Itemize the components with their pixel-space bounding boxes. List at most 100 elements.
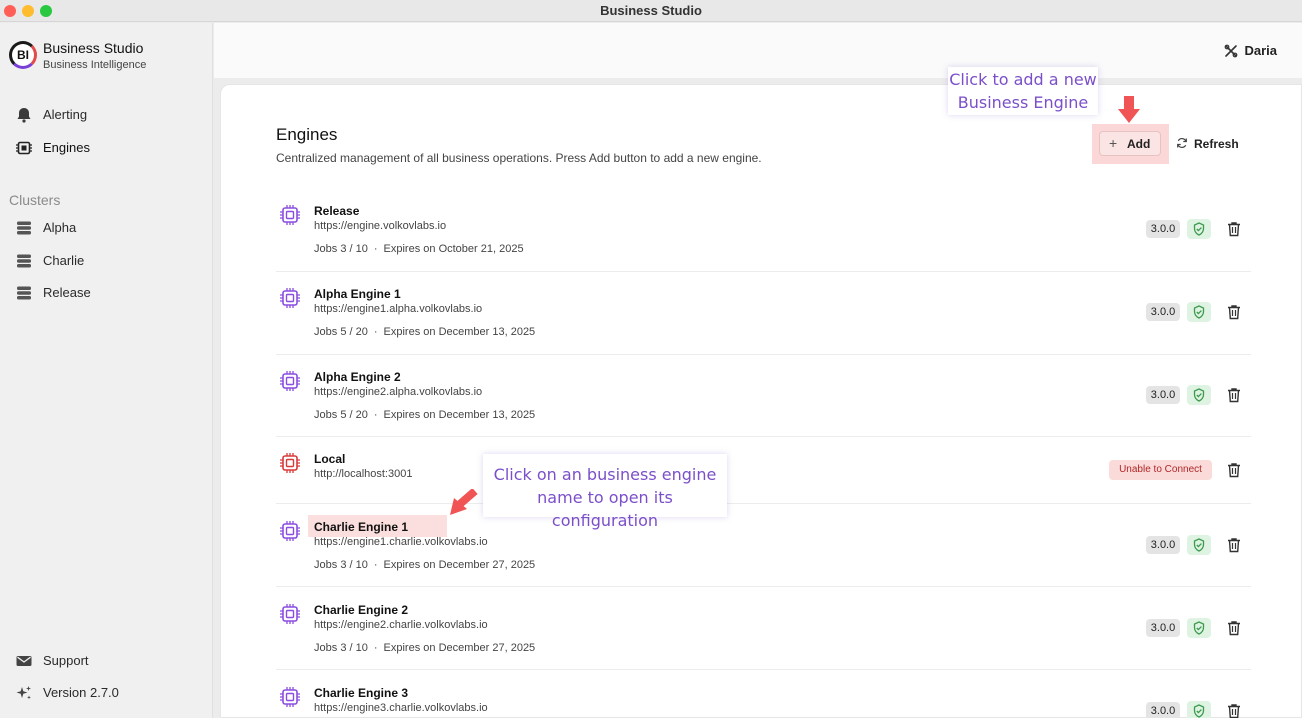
- engine-name-link[interactable]: Charlie Engine 3: [314, 686, 408, 700]
- jobs-count: 3 / 10: [340, 642, 368, 654]
- engine-name-link[interactable]: Local: [314, 452, 345, 466]
- expires-date: December 27, 2025: [438, 559, 536, 571]
- down-left-arrow-icon: [450, 489, 478, 515]
- expires-date: October 21, 2025: [438, 243, 524, 255]
- healthy-status-badge: [1187, 618, 1211, 638]
- healthy-status-badge: [1187, 701, 1211, 718]
- healthy-status-badge: [1187, 219, 1211, 239]
- sidebar-item-label: Engines: [43, 140, 90, 155]
- engine-meta: Jobs 5 / 20 · Expires on December 13, 2025: [314, 326, 536, 338]
- engine-chip-icon: [280, 604, 300, 624]
- jobs-count: 5 / 20: [340, 409, 368, 421]
- healthy-status-badge: [1187, 302, 1211, 322]
- trash-icon[interactable]: [1227, 703, 1241, 718]
- sidebar-item-alerting[interactable]: Alerting: [15, 104, 205, 126]
- jobs-prefix: Jobs: [314, 642, 338, 654]
- engine-chip-icon: [280, 521, 300, 541]
- tools-icon: [1225, 44, 1238, 58]
- callout-line: name to open its configuration: [537, 488, 673, 530]
- jobs-count: 5 / 20: [340, 326, 368, 338]
- sidebar-item-version: Version 2.7.0: [15, 682, 205, 704]
- brand-name: Business Studio: [43, 40, 144, 56]
- sidebar-item-release[interactable]: Release: [15, 282, 205, 304]
- page-title: Engines: [276, 125, 338, 144]
- engine-meta: Jobs 3 / 10 · Expires on October 21, 2025: [314, 243, 524, 255]
- brand-logo-icon: BI: [9, 41, 37, 69]
- version-badge: 3.0.0: [1146, 303, 1180, 321]
- engine-name-link[interactable]: Alpha Engine 1: [314, 287, 401, 301]
- healthy-status-badge: [1187, 535, 1211, 555]
- shield-check-icon: [1193, 538, 1205, 552]
- jobs-prefix: Jobs: [314, 409, 338, 421]
- engine-url: http://localhost:3001: [314, 468, 413, 480]
- user-name: Daria: [1244, 43, 1277, 58]
- engine-chip-error-icon: [280, 453, 300, 473]
- add-engine-button[interactable]: + Add: [1099, 131, 1161, 156]
- sidebar-item-engines[interactable]: Engines: [15, 137, 205, 159]
- version-badge: 3.0.0: [1146, 386, 1180, 404]
- user-menu[interactable]: Daria: [1225, 43, 1277, 58]
- version-badge: 3.0.0: [1146, 619, 1180, 637]
- jobs-prefix: Jobs: [314, 559, 338, 571]
- shield-check-icon: [1193, 305, 1205, 319]
- plus-icon: +: [1109, 135, 1118, 151]
- engine-meta: Jobs 5 / 20 · Expires on December 13, 2025: [314, 409, 536, 421]
- engine-name-link[interactable]: Release: [314, 204, 359, 218]
- version-badge: 3.0.0: [1146, 702, 1180, 718]
- server-icon: [17, 254, 31, 268]
- sidebar-item-charlie[interactable]: Charlie: [15, 250, 205, 272]
- window-title: Business Studio: [600, 3, 702, 18]
- jobs-prefix: Jobs: [314, 243, 338, 255]
- engine-url: https://engine.volkovlabs.io: [314, 220, 447, 232]
- sidebar-item-label: Alerting: [43, 107, 88, 122]
- top-header: Daria: [214, 23, 1302, 78]
- refresh-icon: [1177, 138, 1187, 148]
- jobs-prefix: Jobs: [314, 326, 338, 338]
- engine-row: Local http://localhost:3001 Unable to Co…: [276, 452, 1251, 504]
- jobs-count: 3 / 10: [340, 243, 368, 255]
- main-panel: Engines Centralized management of all bu…: [220, 84, 1302, 718]
- window-titlebar: Business Studio: [0, 0, 1302, 22]
- trash-icon[interactable]: [1227, 221, 1241, 237]
- down-arrow-icon: [1118, 96, 1140, 123]
- refresh-button[interactable]: Refresh: [1176, 135, 1246, 155]
- engine-chip-icon: [280, 371, 300, 391]
- engine-name-link[interactable]: Alpha Engine 2: [314, 370, 401, 384]
- sidebar-item-support[interactable]: Support: [15, 650, 205, 672]
- shield-check-icon: [1193, 704, 1205, 718]
- add-button-label: Add: [1127, 137, 1151, 151]
- engine-row: Charlie Engine 2 https://engine2.charlie…: [276, 603, 1251, 670]
- callout-line: Click to add a new: [949, 70, 1097, 89]
- bell-icon: [17, 108, 31, 123]
- trash-icon[interactable]: [1227, 620, 1241, 636]
- engine-name-link[interactable]: Charlie Engine 1: [314, 520, 408, 534]
- shield-check-icon: [1193, 388, 1205, 402]
- engine-chip-icon: [280, 687, 300, 707]
- engine-name-link[interactable]: Charlie Engine 2: [314, 603, 408, 617]
- engine-name-callout: Click on an business engine name to open…: [483, 454, 727, 530]
- chip-icon: [16, 141, 32, 155]
- expires-prefix: Expires on: [383, 559, 436, 571]
- server-icon: [17, 286, 31, 300]
- engine-url: https://engine3.charlie.volkovlabs.io: [314, 702, 488, 714]
- version-badge: 3.0.0: [1146, 536, 1180, 554]
- mail-icon: [16, 656, 32, 666]
- engine-url: https://engine1.charlie.volkovlabs.io: [314, 536, 488, 548]
- shield-check-icon: [1193, 222, 1205, 236]
- engine-row: Charlie Engine 1 https://engine1.charlie…: [276, 515, 1251, 587]
- trash-icon[interactable]: [1227, 304, 1241, 320]
- expires-date: December 13, 2025: [438, 326, 536, 338]
- callout-line: Click on an business engine: [493, 465, 717, 484]
- brand-subtitle: Business Intelligence: [43, 59, 147, 71]
- trash-icon[interactable]: [1227, 462, 1241, 478]
- trash-icon[interactable]: [1227, 537, 1241, 553]
- sidebar-item-alpha[interactable]: Alpha: [15, 217, 205, 239]
- expires-date: December 27, 2025: [438, 642, 536, 654]
- callout-line: Business Engine: [957, 93, 1089, 112]
- sidebar-item-label: Alpha: [43, 220, 77, 235]
- brand[interactable]: BI Business Studio Business Intelligence: [9, 39, 209, 73]
- engine-row: Alpha Engine 2 https://engine2.alpha.vol…: [276, 370, 1251, 437]
- expires-prefix: Expires on: [383, 409, 436, 421]
- expires-prefix: Expires on: [383, 243, 436, 255]
- trash-icon[interactable]: [1227, 387, 1241, 403]
